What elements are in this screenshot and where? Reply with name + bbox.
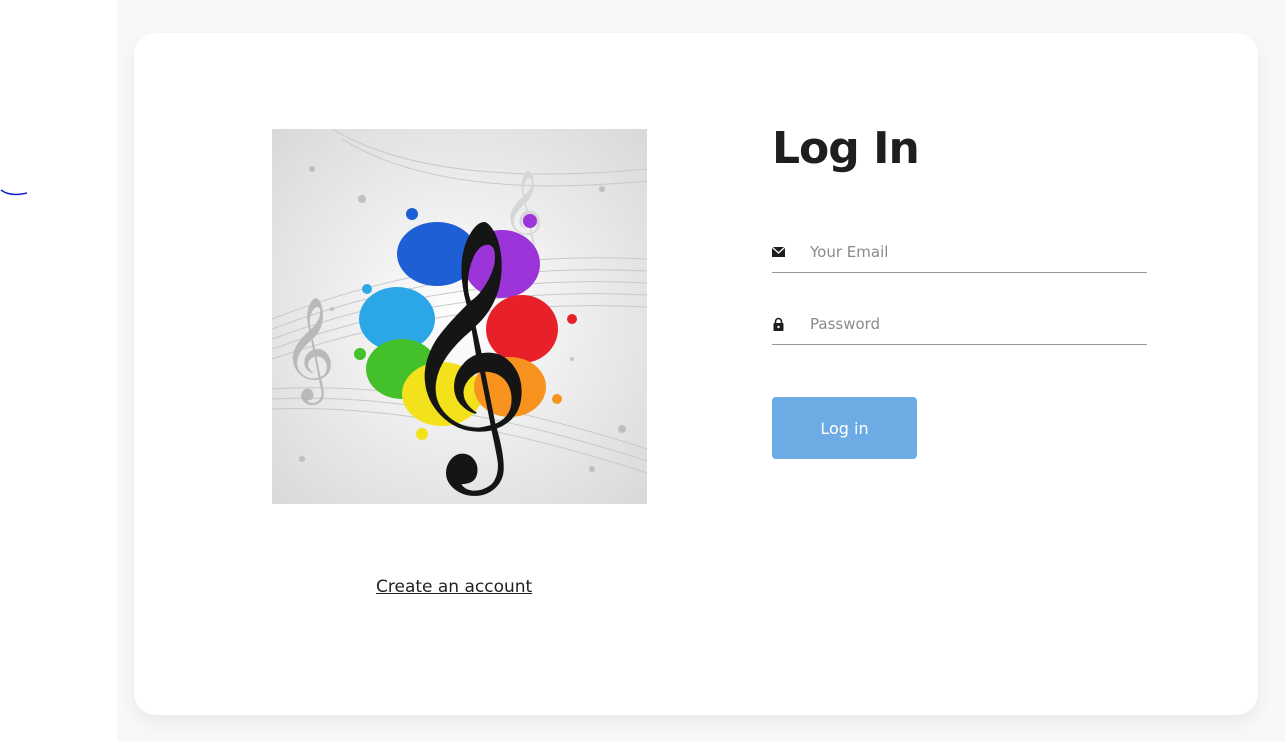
password-input[interactable]: [808, 306, 1142, 342]
login-button[interactable]: Log in: [772, 397, 917, 459]
music-treble-clef-image: 𝄞 𝄞 𝄞: [272, 129, 647, 504]
svg-text:𝄞: 𝄞: [282, 296, 335, 405]
scribble-mark: [0, 189, 28, 196]
svg-text:𝄞: 𝄞: [397, 217, 533, 496]
email-input[interactable]: [808, 234, 1142, 270]
create-account-link[interactable]: Create an account: [376, 577, 532, 597]
email-field-group: [772, 234, 1147, 273]
login-card: 𝄞 𝄞 𝄞 Create an account Log In Your Emai…: [134, 33, 1258, 715]
left-side-panel: [0, 0, 117, 742]
password-field-group: [772, 306, 1147, 345]
lock-icon: [773, 317, 784, 331]
envelope-icon: [772, 246, 786, 257]
page-title: Log In: [772, 123, 920, 174]
